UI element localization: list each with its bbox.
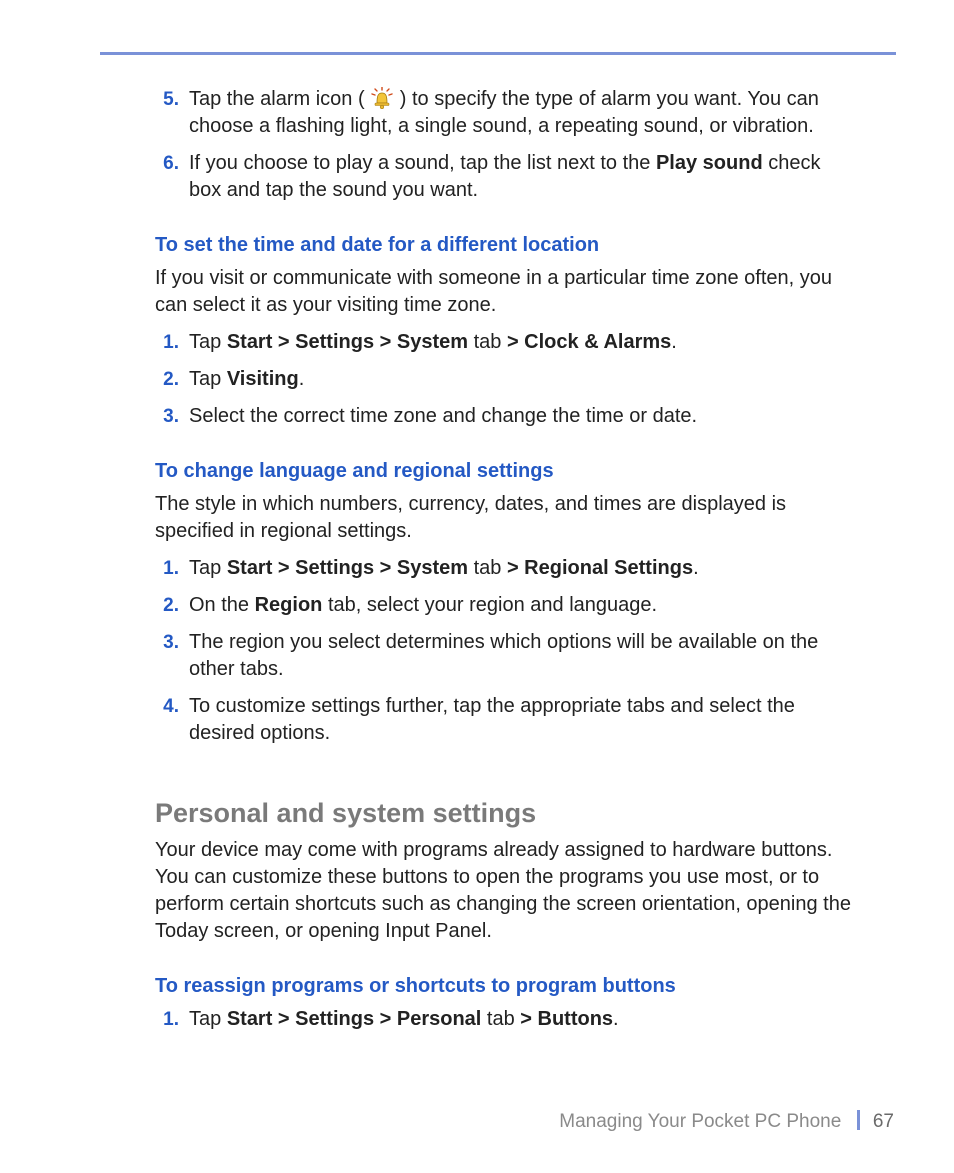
paragraph: If you visit or communicate with someone… (155, 265, 854, 319)
list-item: 3. The region you select determines whic… (155, 629, 854, 683)
list-number: 2. (155, 366, 189, 393)
text: tab (481, 1008, 520, 1030)
list-number: 1. (155, 555, 189, 582)
subheading-reassign-programs: To reassign programs or shortcuts to pro… (155, 973, 854, 1000)
bold-text: > Buttons (520, 1008, 613, 1030)
list-item: 4. To customize settings further, tap th… (155, 693, 854, 747)
subheading-time-date-location: To set the time and date for a different… (155, 232, 854, 259)
text: The region you select determines which o… (189, 631, 818, 680)
paragraph: Your device may come with programs alrea… (155, 837, 854, 945)
list-number: 6. (155, 150, 189, 204)
list-item: 1. Tap Start > Settings > System tab > C… (155, 329, 854, 356)
text: If you choose to play a sound, tap the l… (189, 152, 656, 174)
list-item: 2. On the Region tab, select your region… (155, 592, 854, 619)
footer-page-number: 67 (873, 1111, 894, 1132)
list-body: If you choose to play a sound, tap the l… (189, 150, 854, 204)
list-item: 1. Tap Start > Settings > System tab > R… (155, 555, 854, 582)
subheading-language-regional: To change language and regional settings (155, 458, 854, 485)
ordered-list-alarm: 5. Tap the alarm icon ( (155, 86, 854, 204)
list-body: Tap Visiting. (189, 366, 854, 393)
ordered-list-buttons: 1. Tap Start > Settings > Personal tab >… (155, 1006, 854, 1033)
list-number: 4. (155, 693, 189, 747)
ordered-list-regional: 1. Tap Start > Settings > System tab > R… (155, 555, 854, 747)
bold-text: > Regional Settings (507, 557, 693, 579)
text: . (671, 331, 677, 353)
list-item: 1. Tap Start > Settings > Personal tab >… (155, 1006, 854, 1033)
paragraph: The style in which numbers, currency, da… (155, 491, 854, 545)
list-body: To customize settings further, tap the a… (189, 693, 854, 747)
list-body: Tap Start > Settings > System tab > Cloc… (189, 329, 854, 356)
footer-separator (857, 1110, 860, 1130)
text: tab (468, 331, 507, 353)
bold-text: Region (255, 594, 323, 616)
list-body: Tap the alarm icon ( (189, 86, 854, 140)
list-item: 6. If you choose to play a sound, tap th… (155, 150, 854, 204)
text: tab (468, 557, 507, 579)
text: Tap (189, 331, 227, 353)
list-number: 1. (155, 1006, 189, 1033)
text: On the (189, 594, 255, 616)
list-number: 2. (155, 592, 189, 619)
bold-text: Start > Settings > Personal (227, 1008, 482, 1030)
text: . (693, 557, 699, 579)
text: To customize settings further, tap the a… (189, 695, 795, 744)
page-footer: Managing Your Pocket PC Phone 67 (559, 1109, 894, 1135)
page-content: 5. Tap the alarm icon ( (155, 82, 854, 1043)
text: Tap (189, 368, 227, 390)
list-number: 5. (155, 86, 189, 140)
footer-chapter: Managing Your Pocket PC Phone (559, 1111, 841, 1132)
list-body: Tap Start > Settings > System tab > Regi… (189, 555, 854, 582)
text: tab, select your region and language. (322, 594, 657, 616)
list-body: The region you select determines which o… (189, 629, 854, 683)
page-top-rule (100, 52, 896, 55)
list-body: Tap Start > Settings > Personal tab > Bu… (189, 1006, 854, 1033)
list-number: 3. (155, 403, 189, 430)
list-item: 3. Select the correct time zone and chan… (155, 403, 854, 430)
text: Tap the alarm icon ( (189, 88, 370, 110)
alarm-bell-icon (370, 87, 394, 109)
list-item: 5. Tap the alarm icon ( (155, 86, 854, 140)
text: . (299, 368, 305, 390)
text: Select the correct time zone and change … (189, 405, 697, 427)
text: Tap (189, 1008, 227, 1030)
text: . (613, 1008, 619, 1030)
bold-text: Start > Settings > System (227, 557, 468, 579)
ordered-list-location: 1. Tap Start > Settings > System tab > C… (155, 329, 854, 430)
section-title-personal-system: Personal and system settings (155, 795, 854, 831)
bold-text: Play sound (656, 152, 763, 174)
bold-text: Visiting (227, 368, 299, 390)
list-body: On the Region tab, select your region an… (189, 592, 854, 619)
text: Tap (189, 557, 227, 579)
list-number: 3. (155, 629, 189, 683)
list-body: Select the correct time zone and change … (189, 403, 854, 430)
list-item: 2. Tap Visiting. (155, 366, 854, 393)
bold-text: Start > Settings > System (227, 331, 468, 353)
bold-text: > Clock & Alarms (507, 331, 671, 353)
list-number: 1. (155, 329, 189, 356)
